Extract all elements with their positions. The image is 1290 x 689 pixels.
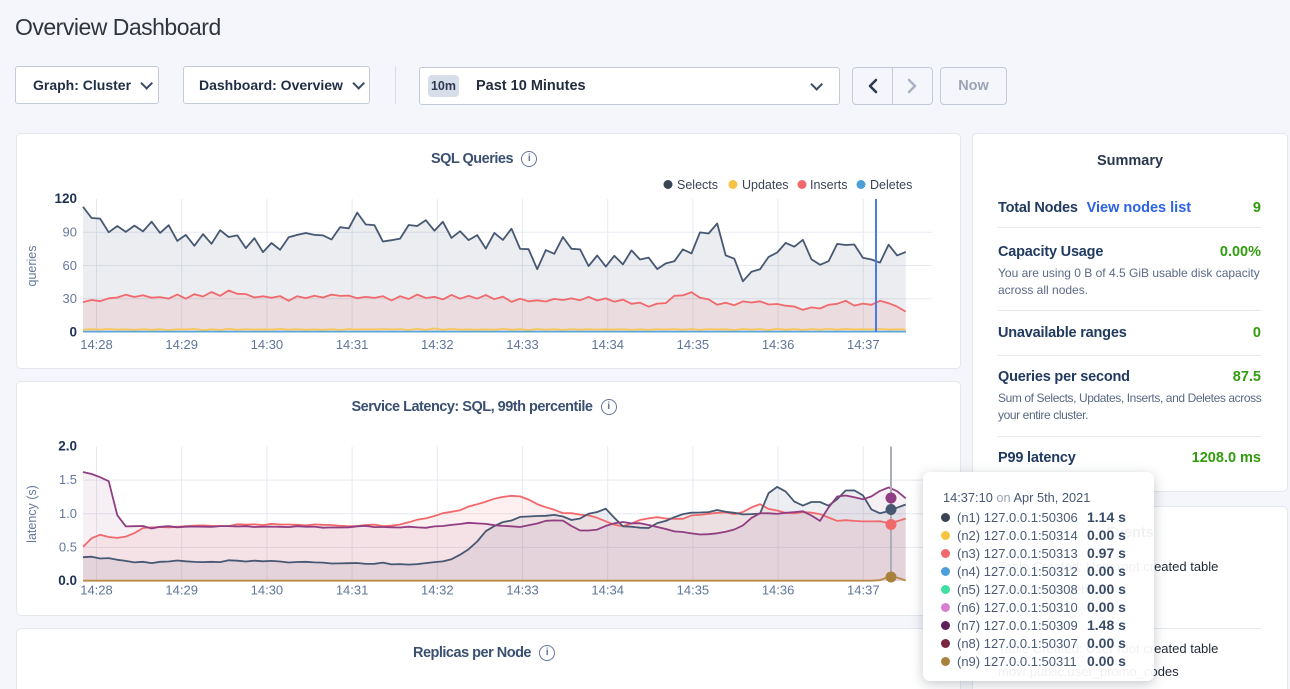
- svg-text:14:29: 14:29: [165, 337, 198, 352]
- svg-text:14:35: 14:35: [677, 583, 710, 598]
- svg-text:30: 30: [63, 291, 77, 306]
- svg-text:1.5: 1.5: [59, 472, 77, 487]
- svg-text:14:30: 14:30: [251, 583, 284, 598]
- svg-text:14:34: 14:34: [591, 337, 624, 352]
- svg-text:120: 120: [54, 191, 77, 206]
- svg-text:14:29: 14:29: [165, 583, 198, 598]
- svg-text:1.0: 1.0: [59, 506, 77, 521]
- svg-text:Selects: Selects: [677, 178, 718, 192]
- svg-text:14:32: 14:32: [421, 583, 454, 598]
- svg-text:14:31: 14:31: [336, 583, 369, 598]
- svg-text:queries: queries: [25, 246, 39, 287]
- svg-text:14:32: 14:32: [421, 337, 454, 352]
- svg-text:14:35: 14:35: [677, 337, 710, 352]
- svg-text:2.0: 2.0: [58, 439, 77, 454]
- svg-text:Updates: Updates: [742, 178, 789, 192]
- svg-text:0: 0: [69, 325, 77, 340]
- svg-text:latency (s): latency (s): [25, 485, 39, 543]
- svg-text:14:33: 14:33: [506, 337, 539, 352]
- svg-text:14:34: 14:34: [591, 583, 624, 598]
- svg-text:14:36: 14:36: [762, 337, 795, 352]
- svg-text:14:36: 14:36: [762, 583, 795, 598]
- svg-text:14:37: 14:37: [847, 337, 880, 352]
- svg-text:0.0: 0.0: [58, 573, 77, 588]
- svg-text:14:28: 14:28: [80, 337, 113, 352]
- svg-text:14:31: 14:31: [336, 337, 369, 352]
- svg-text:0.5: 0.5: [59, 539, 77, 554]
- svg-text:Deletes: Deletes: [870, 178, 912, 192]
- svg-text:14:28: 14:28: [80, 583, 113, 598]
- svg-text:14:30: 14:30: [251, 337, 284, 352]
- svg-text:90: 90: [63, 225, 77, 240]
- svg-text:14:33: 14:33: [506, 583, 539, 598]
- svg-text:60: 60: [63, 258, 77, 273]
- svg-text:Inserts: Inserts: [810, 178, 848, 192]
- svg-text:14:37: 14:37: [847, 583, 880, 598]
